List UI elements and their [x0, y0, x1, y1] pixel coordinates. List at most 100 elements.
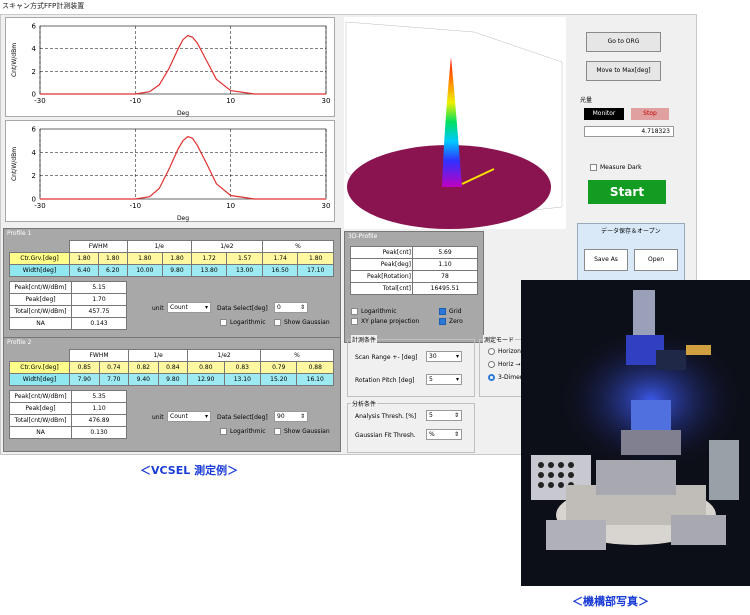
logarithmic-checkbox[interactable]	[220, 319, 227, 326]
mode-radio-3d[interactable]	[488, 374, 495, 381]
profile2-table: FWHM 1/e 1/e2 % Ctr.Grv.[deg] 0.85 0.74 …	[9, 349, 334, 386]
plot-area	[39, 25, 327, 95]
go-to-org-button[interactable]: Go to ORG	[586, 32, 661, 52]
profile1-title: Profile 1	[7, 230, 32, 237]
3d-profile-table: Peak[cnt] 5.69 Peak[deg] 1.10 Peak[Rotatio…	[350, 246, 478, 295]
mode-radio-horiz-arrow[interactable]	[488, 361, 495, 368]
plot-area	[39, 128, 327, 200]
col-percent: %	[261, 240, 335, 253]
3d-peak	[442, 57, 462, 187]
unit-label: unit	[152, 414, 164, 421]
profile1-plot: -30 -10 10 30 0 2 4 6 Deg Cnt/W/dBm	[5, 17, 335, 117]
x-tick-label: -10	[130, 97, 141, 105]
col-percent: %	[260, 349, 334, 362]
chevron-down-icon: ▾	[455, 353, 459, 360]
y-axis-label: Cnt/W/dBm	[11, 43, 18, 77]
3d-logarithmic-label: Logarithmic	[361, 308, 397, 315]
rotation-pitch-label: Rotation Pitch [deg]	[355, 377, 415, 384]
data-select-label: Data Select[deg]	[217, 305, 268, 312]
show-gaussian-label: Show Gaussian	[284, 319, 330, 326]
analysis-thresh-stepper[interactable]: 5 ⇕	[426, 410, 462, 421]
y-tick-label: 2	[32, 68, 36, 76]
measure-group	[347, 339, 475, 397]
profile1-chart: -30 -10 10 300246DegCnt/W/dBm	[11, 23, 331, 118]
profile2-stats: Peak[cnt/W/dBm] 5.35 Peak[deg] 1.10 Total[…	[9, 390, 127, 439]
profile1-stats: Peak[cnt/W/dBm] 5.15 Peak[deg] 1.70 Total[…	[9, 281, 127, 330]
zero-checkbox[interactable]	[439, 318, 446, 325]
3d-profile-title: 3D-Profile	[348, 233, 378, 240]
col-1e2: 1/e2	[187, 349, 262, 362]
profile2-panel: Profile 2 FWHM 1/e 1/e2 % Ctr.Grv.[deg] …	[3, 337, 341, 452]
app-title: スキャン方式FFP計測装置	[2, 2, 85, 10]
zero-label: Zero	[449, 318, 463, 325]
monitor-indicator[interactable]: Monitor	[584, 108, 624, 120]
profile2-plot: -30 -10 10 30 0 2 4 6 Deg Cnt/W/dBm	[5, 120, 335, 222]
show-gaussian-label: Show Gaussian	[284, 428, 330, 435]
profile1-panel: Profile 1 FWHM 1/e 1/e2 % Ctr.Grv.[deg] …	[3, 228, 341, 343]
x-tick-label: 30	[322, 202, 331, 210]
vcsel-caption: ＜VCSEL 測定例＞	[140, 464, 239, 477]
logarithmic-label: Logarithmic	[230, 319, 266, 326]
y-tick-label: 0	[32, 91, 36, 99]
y-tick-label: 6	[32, 23, 37, 31]
stop-button[interactable]: Stop	[631, 108, 669, 120]
open-button[interactable]: Open	[634, 249, 678, 271]
mode-label-horiz-arrow: Horiz →	[498, 361, 521, 368]
profile2-title: Profile 2	[7, 339, 32, 346]
y-tick-label: 6	[32, 126, 37, 134]
col-1e: 1/e	[126, 240, 192, 253]
y-tick-label: 2	[32, 172, 36, 180]
col-1e: 1/e	[128, 349, 189, 362]
col-fwhm: FWHM	[69, 240, 128, 253]
scan-range-select[interactable]: 30 ▾	[426, 351, 462, 362]
data-save-title: データ保存＆オープン	[601, 228, 661, 235]
table-row: Width[deg] 7.90 7.70 9.40 9.80 12.90 13.…	[9, 373, 334, 386]
power-label: 光量	[580, 97, 593, 104]
show-gaussian-checkbox[interactable]	[274, 319, 281, 326]
y-tick-label: 4	[32, 149, 37, 157]
x-axis-label: Deg	[177, 110, 189, 117]
x-tick-label: -10	[130, 202, 141, 210]
logarithmic-checkbox[interactable]	[220, 428, 227, 435]
x-tick-label: 10	[226, 202, 235, 210]
gaussian-thresh-label: Gaussian Fit Thresh.	[355, 432, 416, 439]
profile1-table: FWHM 1/e 1/e2 % Ctr.Grv.[deg] 1.80 1.80 …	[9, 240, 335, 277]
3d-profile-panel: 3D-Profile Peak[cnt] 5.69 Peak[deg] 1.10 P…	[344, 231, 484, 343]
unit-select[interactable]: Count ▾	[167, 411, 211, 422]
mode-label-3d: 3-Dimen	[498, 374, 524, 381]
save-as-button[interactable]: Save As	[584, 249, 628, 271]
grid-label: Grid	[449, 308, 462, 315]
rotation-pitch-select[interactable]: 5 ▾	[426, 374, 462, 385]
measure-title: 計測条件	[351, 335, 378, 344]
3d-profile-plot	[344, 17, 566, 229]
spin-icon: ⇕	[299, 304, 305, 311]
profile2-chart: -30 -10 10 300246DegCnt/W/dBm	[11, 126, 331, 223]
mechanism-photo	[521, 280, 750, 586]
mode-title: 測定モード	[483, 335, 516, 344]
spin-icon: ⇕	[299, 413, 305, 420]
table-row: Ctr.Grv.[deg] 1.80 1.80 1.80 1.80 1.72 1…	[9, 252, 334, 265]
unit-select[interactable]: Count ▾	[167, 302, 211, 313]
logarithmic-label: Logarithmic	[230, 428, 266, 435]
col-fwhm: FWHM	[68, 349, 130, 362]
data-select-stepper[interactable]: 90 ⇕	[274, 411, 308, 422]
move-to-max-button[interactable]: Move to Max[deg]	[586, 61, 661, 81]
start-button[interactable]: Start	[588, 180, 666, 204]
spin-icon: ⇕	[453, 412, 459, 419]
col-1e2: 1/e2	[190, 240, 263, 253]
scan-range-label: Scan Range +- [deg]	[355, 354, 418, 361]
grid-checkbox[interactable]	[439, 308, 446, 315]
x-tick-label: 30	[322, 97, 331, 105]
3d-logarithmic-checkbox[interactable]	[351, 308, 358, 315]
measure-dark-checkbox[interactable]	[590, 164, 597, 171]
mode-radio-horizontal[interactable]	[488, 348, 495, 355]
data-select-label: Data Select[deg]	[217, 414, 268, 421]
xy-projection-label: XY plane projection	[361, 318, 420, 325]
show-gaussian-checkbox[interactable]	[274, 428, 281, 435]
xy-projection-checkbox[interactable]	[351, 318, 358, 325]
gaussian-thresh-stepper[interactable]: % ⇕	[426, 429, 462, 440]
power-value: 4.718323	[584, 126, 674, 137]
data-select-stepper[interactable]: 0 ⇕	[274, 302, 308, 313]
x-axis-label: Deg	[177, 215, 189, 222]
photo-illustration	[521, 280, 750, 586]
